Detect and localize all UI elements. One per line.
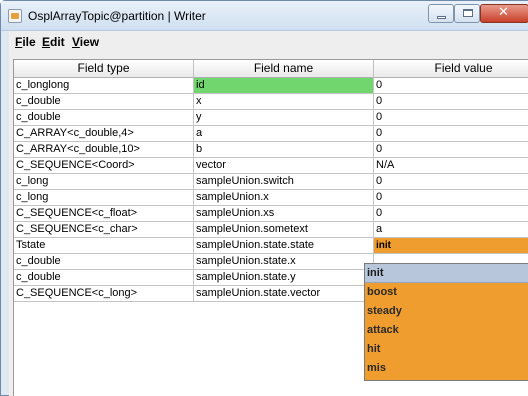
cell-field-type[interactable]: c_longlong — [14, 78, 194, 94]
cell-field-name[interactable]: x — [194, 94, 374, 110]
table-row[interactable]: c_long sampleUnion.switch 0 — [14, 174, 528, 190]
cell-field-type[interactable]: C_SEQUENCE<Coord> — [14, 158, 194, 174]
header-field-name[interactable]: Field name — [194, 60, 374, 78]
window-title: OsplArrayTopic@partition | Writer — [28, 9, 206, 23]
table-row[interactable]: Tstate sampleUnion.state.state init — [14, 238, 528, 254]
dropdown-option-steady[interactable]: steady — [365, 302, 528, 321]
cell-field-name[interactable]: sampleUnion.switch — [194, 174, 374, 190]
state-combo-box[interactable]: init — [374, 238, 528, 254]
cell-field-value[interactable]: 0 — [374, 174, 528, 190]
maximize-icon — [463, 9, 473, 17]
cell-field-type[interactable]: C_ARRAY<c_double,10> — [14, 142, 194, 158]
cell-field-name[interactable]: sampleUnion.state.y — [194, 270, 374, 286]
table-row[interactable]: c_double y 0 — [14, 110, 528, 126]
cell-field-type[interactable]: C_SEQUENCE<c_char> — [14, 222, 194, 238]
cell-field-type[interactable]: C_SEQUENCE<c_float> — [14, 206, 194, 222]
minimize-button[interactable] — [428, 4, 454, 23]
cell-field-type[interactable]: c_double — [14, 254, 194, 270]
cell-field-type[interactable]: c_long — [14, 190, 194, 206]
close-icon: ✕ — [498, 5, 509, 20]
cell-field-value[interactable]: 0 — [374, 190, 528, 206]
menu-view[interactable]: View — [72, 35, 99, 49]
menu-edit-mnemonic: E — [42, 35, 51, 49]
cell-field-name[interactable]: sampleUnion.xs — [194, 206, 374, 222]
cell-field-name[interactable]: a — [194, 126, 374, 142]
table-row[interactable]: c_double x 0 — [14, 94, 528, 110]
table-row[interactable]: C_SEQUENCE<Coord> vector N/A — [14, 158, 528, 174]
maximize-button[interactable] — [454, 4, 480, 23]
cell-field-type[interactable]: c_double — [14, 94, 194, 110]
dropdown-option-init[interactable]: init — [365, 264, 528, 283]
dropdown-option-attack[interactable]: attack — [365, 321, 528, 340]
cell-field-value[interactable]: 0 — [374, 126, 528, 142]
cell-field-name[interactable]: vector — [194, 158, 374, 174]
cell-field-name[interactable]: sampleUnion.state.state — [194, 238, 374, 254]
menu-file-rest: ile — [22, 35, 36, 49]
state-dropdown-list: init boost steady attack hit mis — [364, 263, 528, 381]
title-bar[interactable]: OsplArrayTopic@partition | Writer ✕ — [1, 1, 528, 31]
dropdown-option-boost[interactable]: boost — [365, 283, 528, 302]
menu-bar: File Edit View — [9, 31, 528, 53]
table-row[interactable]: C_ARRAY<c_double,10> b 0 — [14, 142, 528, 158]
cell-field-value[interactable]: 0 — [374, 78, 528, 94]
cell-field-type[interactable]: C_ARRAY<c_double,4> — [14, 126, 194, 142]
state-combo-value: init — [376, 240, 391, 251]
cell-field-name[interactable]: sampleUnion.sometext — [194, 222, 374, 238]
cell-field-type[interactable]: c_long — [14, 174, 194, 190]
menu-view-rest: iew — [79, 35, 100, 49]
table-row[interactable]: C_SEQUENCE<c_float> sampleUnion.xs 0 — [14, 206, 528, 222]
cell-field-name[interactable]: y — [194, 110, 374, 126]
cell-field-name[interactable]: id — [194, 78, 374, 94]
table-row[interactable]: c_long sampleUnion.x 0 — [14, 190, 528, 206]
table-row[interactable]: C_SEQUENCE<c_char> sampleUnion.sometext … — [14, 222, 528, 238]
cell-field-value[interactable]: 0 — [374, 94, 528, 110]
cell-field-value[interactable]: 0 — [374, 142, 528, 158]
cell-field-name[interactable]: sampleUnion.state.x — [194, 254, 374, 270]
cell-field-type[interactable]: c_double — [14, 270, 194, 286]
app-icon — [8, 9, 22, 23]
menu-edit[interactable]: Edit — [42, 35, 65, 49]
minimize-icon — [437, 16, 446, 19]
close-button[interactable]: ✕ — [480, 4, 528, 23]
cell-field-name[interactable]: b — [194, 142, 374, 158]
table-row[interactable]: c_longlong id 0 — [14, 78, 528, 94]
cell-field-value[interactable]: N/A — [374, 158, 528, 174]
menu-view-mnemonic: V — [72, 35, 80, 49]
cell-field-type[interactable]: Tstate — [14, 238, 194, 254]
header-field-type[interactable]: Field type — [14, 60, 194, 78]
menu-file[interactable]: File — [15, 35, 36, 49]
dropdown-option-mis[interactable]: mis — [365, 359, 528, 378]
header-field-value[interactable]: Field value — [374, 60, 528, 78]
cell-field-name[interactable]: sampleUnion.state.vector — [194, 286, 374, 302]
cell-field-name[interactable]: sampleUnion.x — [194, 190, 374, 206]
table-row[interactable]: C_ARRAY<c_double,4> a 0 — [14, 126, 528, 142]
cell-field-value[interactable]: a — [374, 222, 528, 238]
menu-edit-rest: dit — [50, 35, 65, 49]
cell-field-type[interactable]: c_double — [14, 110, 194, 126]
cell-field-value[interactable]: 0 — [374, 110, 528, 126]
cell-field-value[interactable]: 0 — [374, 206, 528, 222]
cell-field-type[interactable]: C_SEQUENCE<c_long> — [14, 286, 194, 302]
dropdown-option-hit[interactable]: hit — [365, 340, 528, 359]
